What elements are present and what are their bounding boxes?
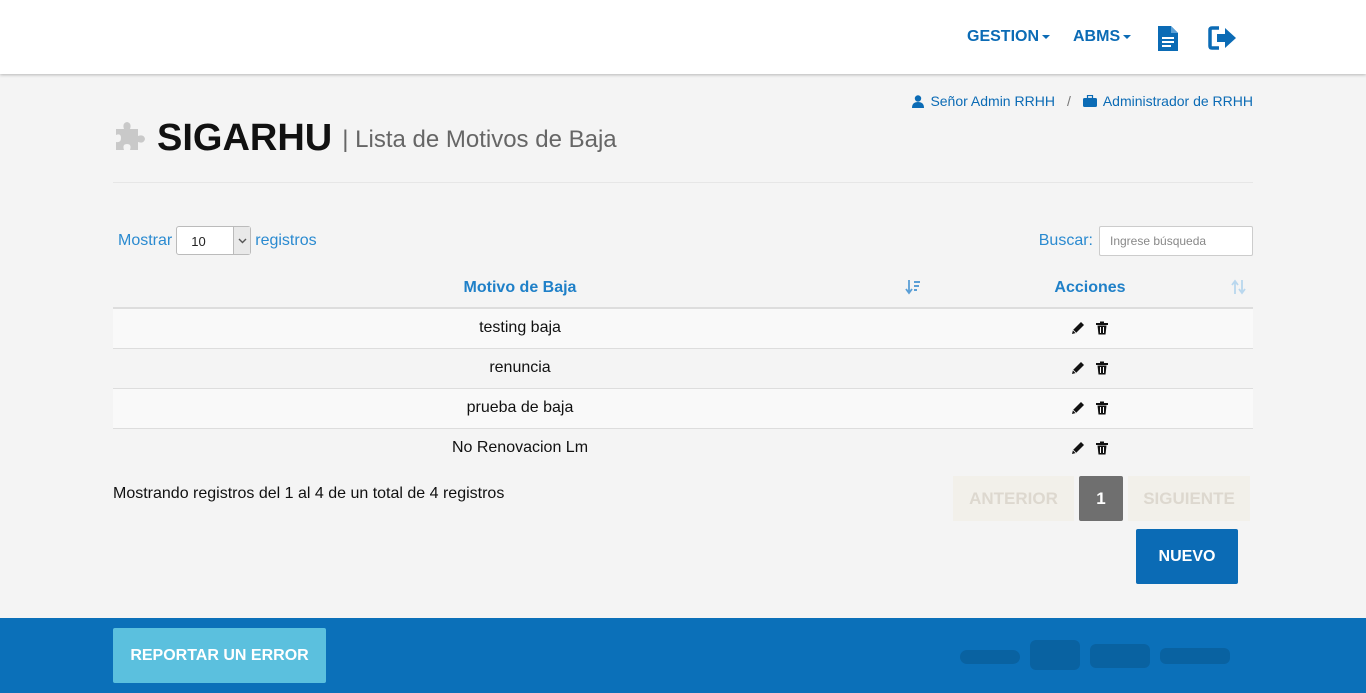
page-size-select[interactable]: 10 xyxy=(176,226,252,255)
sort-desc-icon[interactable] xyxy=(905,279,921,295)
user-icon xyxy=(912,94,925,108)
page-title: | Lista de Motivos de Baja xyxy=(342,126,617,153)
pagination: ANTERIOR 1 SIGUIENTE xyxy=(953,476,1250,521)
sort-both-icon[interactable] xyxy=(1231,279,1247,295)
actions-cell xyxy=(927,307,1253,348)
sign-out-icon[interactable] xyxy=(1208,25,1238,51)
previous-page-button[interactable]: ANTERIOR xyxy=(953,476,1074,521)
breadcrumb-separator: / xyxy=(1066,93,1071,109)
footer: REPORTAR UN ERROR xyxy=(0,618,1366,693)
user-name-link[interactable]: Señor Admin RRHH xyxy=(930,93,1055,109)
menu-gestion[interactable]: GESTION xyxy=(967,0,1051,74)
motivo-cell: No Renovacion Lm xyxy=(113,427,927,468)
actions-cell xyxy=(927,347,1253,388)
show-label: Mostrar xyxy=(118,231,173,249)
table-row: renuncia xyxy=(113,347,1253,388)
actions-cell xyxy=(927,427,1253,468)
motivo-cell: renuncia xyxy=(113,347,927,388)
user-breadcrumb: Señor Admin RRHH / Administrador de RRHH xyxy=(912,93,1253,109)
trash-icon[interactable] xyxy=(1095,321,1109,335)
column-header-motivo-label: Motivo de Baja xyxy=(463,278,577,296)
app-brand: SIGARHU xyxy=(157,117,333,159)
menu-gestion-label: GESTION xyxy=(967,28,1040,45)
table-row: testing baja xyxy=(113,307,1253,348)
footer-logo xyxy=(960,640,1230,670)
table-header-row: Motivo de Baja Acciones xyxy=(113,268,1253,309)
new-button[interactable]: NUEVO xyxy=(1136,529,1238,584)
trash-icon[interactable] xyxy=(1095,361,1109,375)
motivo-cell: prueba de baja xyxy=(113,387,927,428)
trash-icon[interactable] xyxy=(1095,441,1109,455)
search-control: Buscar: xyxy=(1039,226,1253,256)
records-label: registros xyxy=(255,231,317,249)
caret-down-icon xyxy=(1123,35,1132,39)
actions-cell xyxy=(927,387,1253,428)
puzzle-icon xyxy=(116,122,145,150)
page-size-value: 10 xyxy=(191,234,206,249)
document-icon[interactable] xyxy=(1157,25,1179,52)
page-size-control: Mostrar 10 registros xyxy=(118,226,317,255)
header-divider xyxy=(113,182,1253,183)
table-row: prueba de baja xyxy=(113,387,1253,428)
page-1-button[interactable]: 1 xyxy=(1079,476,1123,521)
motivos-table: Motivo de Baja Acciones testing baja ren… xyxy=(113,268,1253,468)
top-navbar: GESTION ABMS xyxy=(0,0,1366,74)
next-page-button[interactable]: SIGUIENTE xyxy=(1128,476,1250,521)
motivo-cell: testing baja xyxy=(113,307,927,348)
records-info: Mostrando registros del 1 al 4 de un tot… xyxy=(113,485,505,502)
pencil-icon[interactable] xyxy=(1071,361,1085,375)
menu-abms[interactable]: ABMS xyxy=(1073,0,1132,74)
search-label: Buscar: xyxy=(1038,232,1093,249)
chevron-down-icon xyxy=(233,227,251,254)
page-header: SIGARHU | Lista de Motivos de Baja xyxy=(113,113,617,159)
caret-down-icon xyxy=(1042,35,1051,39)
column-header-motivo[interactable]: Motivo de Baja xyxy=(113,268,927,309)
menu-abms-label: ABMS xyxy=(1073,28,1121,45)
table-row: No Renovacion Lm xyxy=(113,427,1253,468)
pencil-icon[interactable] xyxy=(1071,321,1085,335)
column-header-acciones-label: Acciones xyxy=(1054,278,1126,296)
report-error-button[interactable]: REPORTAR UN ERROR xyxy=(113,628,326,683)
trash-icon[interactable] xyxy=(1095,401,1109,415)
user-role-link[interactable]: Administrador de RRHH xyxy=(1103,93,1253,109)
pencil-icon[interactable] xyxy=(1071,441,1085,455)
search-input[interactable] xyxy=(1099,226,1253,256)
briefcase-icon xyxy=(1082,95,1097,107)
pencil-icon[interactable] xyxy=(1071,401,1085,415)
column-header-acciones[interactable]: Acciones xyxy=(927,268,1253,309)
